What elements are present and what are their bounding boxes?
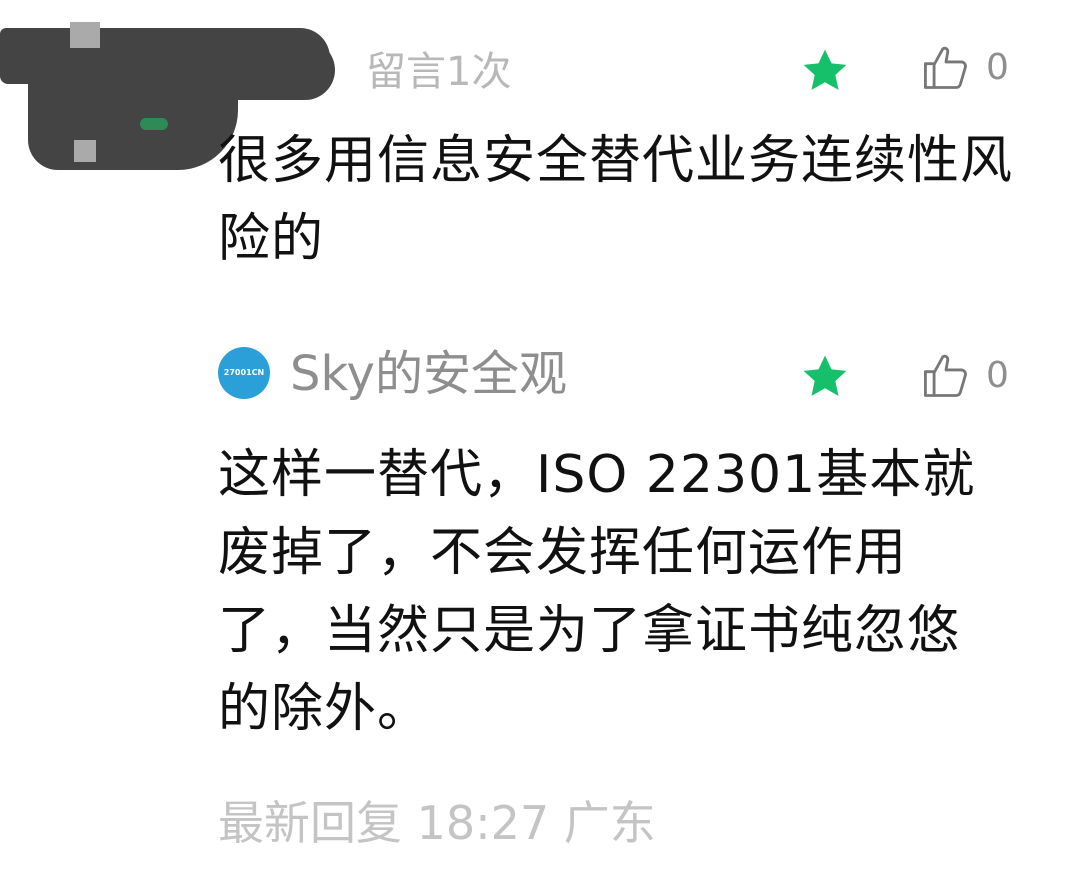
comment-text: 这样一替代，ISO 22301基本就废掉了，不会发挥任何运作用了，当然只是为了拿… xyxy=(218,445,976,739)
star-icon xyxy=(803,355,847,396)
like-count: 0 xyxy=(986,355,1009,396)
thumbs-up-icon xyxy=(924,354,967,397)
author-name[interactable]: Sky的安全观 xyxy=(290,350,567,398)
like-button[interactable]: 0 xyxy=(920,42,1009,94)
like-button[interactable]: 0 xyxy=(920,350,1009,402)
reply-timestamp-location[interactable]: 最新回复 18:27 广东 xyxy=(218,800,656,846)
star-icon xyxy=(803,49,847,90)
comment-text: 很多用信息安全替代业务连续性风险的 xyxy=(218,131,1014,269)
comment-count-label: 留言1次 xyxy=(366,49,512,95)
avatar[interactable]: 27001CN xyxy=(218,347,270,399)
comment-item: 留言1次 0 很多用信息安全替代业务连续性风险的 xyxy=(0,0,1080,290)
avatar-logo-text: 27001CN xyxy=(223,368,265,377)
like-count: 0 xyxy=(986,47,1009,88)
thumbs-up-icon xyxy=(924,46,967,89)
